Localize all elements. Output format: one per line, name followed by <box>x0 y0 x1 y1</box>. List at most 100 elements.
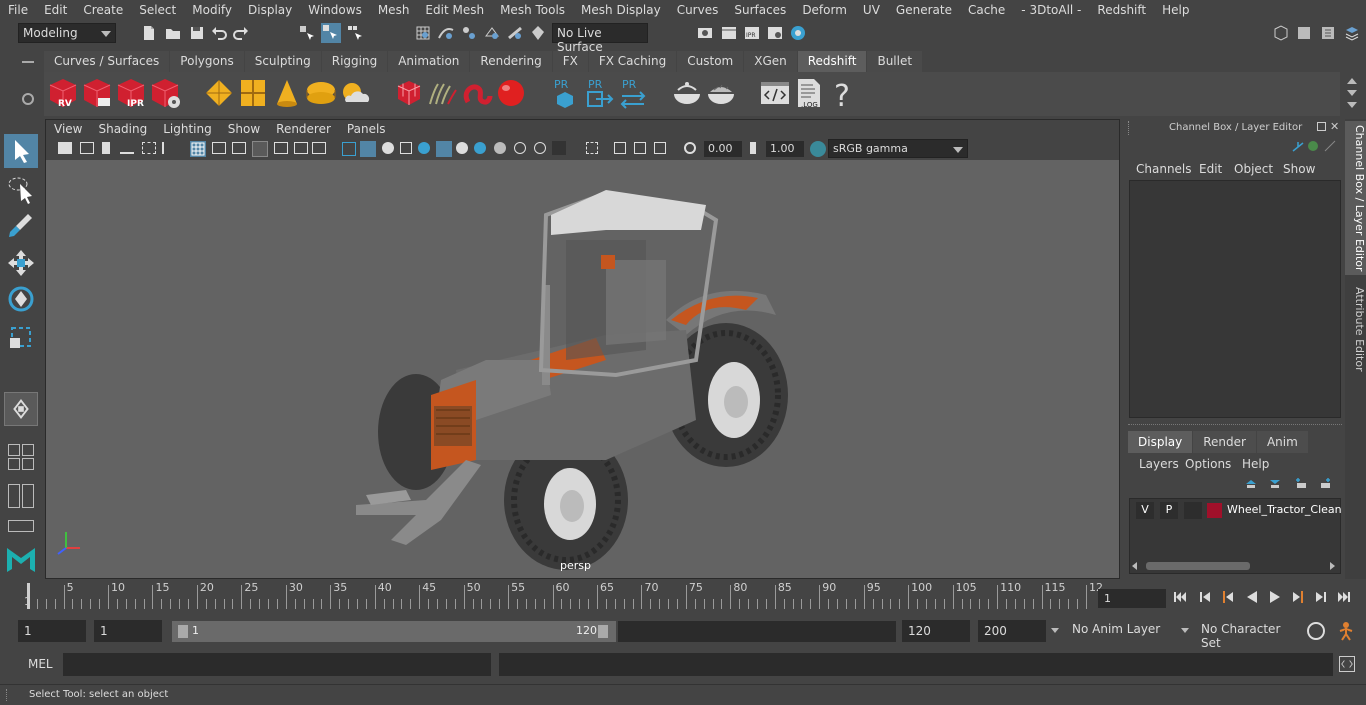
film-gate-icon[interactable] <box>212 142 226 154</box>
two-view-layout-icon[interactable] <box>22 444 34 456</box>
tab-render[interactable]: Render <box>1193 431 1256 453</box>
shelf-tab-sculpting[interactable]: Sculpting <box>244 51 321 72</box>
select-camera-icon[interactable] <box>58 142 72 154</box>
time-slider[interactable]: 1510152025303540455055606570758085909510… <box>18 581 1103 611</box>
menu-modify[interactable]: Modify <box>184 3 240 17</box>
menu-display[interactable]: Display <box>240 3 300 17</box>
scroll-down-icon[interactable] <box>1347 90 1357 96</box>
viewport-menu-panels[interactable]: Panels <box>339 122 394 136</box>
shelf-menu-arrow-icon[interactable] <box>1347 102 1357 108</box>
animation-start-field[interactable]: 1 <box>18 620 86 642</box>
step-forward-key-icon[interactable] <box>1291 589 1305 605</box>
animation-end-field[interactable]: 200 <box>978 620 1046 642</box>
redshift-ipr-icon[interactable]: IPR <box>114 76 148 110</box>
command-input[interactable] <box>63 653 491 676</box>
gate-mask-icon[interactable] <box>252 141 268 157</box>
menu-cache[interactable]: Cache <box>960 3 1013 17</box>
menu-help[interactable]: Help <box>1154 3 1197 17</box>
hyperbolic-icon[interactable] <box>1324 140 1336 152</box>
layer-playback-toggle[interactable]: P <box>1160 502 1178 519</box>
range-start-handle[interactable] <box>178 625 188 638</box>
shelf-tab-animation[interactable]: Animation <box>388 51 470 72</box>
persp-graph-layout-icon[interactable] <box>22 458 34 470</box>
wireframe-on-shaded-icon[interactable] <box>400 142 412 154</box>
redshift-physical-light-icon[interactable] <box>270 76 304 110</box>
menu-edit-mesh[interactable]: Edit Mesh <box>417 3 492 17</box>
scroll-up-icon[interactable] <box>1347 78 1357 84</box>
multisample-aa-icon[interactable] <box>514 142 526 154</box>
render-settings-icon[interactable] <box>696 24 714 42</box>
help-menu[interactable]: Help <box>1242 457 1269 471</box>
object-menu[interactable]: Object <box>1234 162 1273 176</box>
smooth-shade-icon[interactable] <box>360 141 376 157</box>
close-icon[interactable]: ✕ <box>1330 120 1339 133</box>
range-end-handle[interactable] <box>598 625 608 638</box>
shelf-menu-icon[interactable] <box>22 61 34 63</box>
render-current-frame-icon[interactable] <box>720 24 738 42</box>
go-to-end-icon[interactable] <box>1337 589 1351 605</box>
tab-anim[interactable]: Anim <box>1256 431 1308 453</box>
layer-visibility-toggle[interactable]: V <box>1136 502 1154 519</box>
speed-icon[interactable] <box>1308 141 1318 151</box>
options-menu[interactable]: Options <box>1185 457 1231 471</box>
paint-select-tool-icon[interactable] <box>4 208 38 242</box>
shelf-settings-icon[interactable] <box>22 93 34 105</box>
resolution-gate-icon[interactable] <box>232 142 246 154</box>
material-pie-icon[interactable] <box>704 76 738 110</box>
menu-surfaces[interactable]: Surfaces <box>726 3 794 17</box>
modeling-toolkit-icon[interactable] <box>1295 24 1313 42</box>
2d-pan-zoom-icon[interactable] <box>142 142 156 154</box>
shelf-tab-rendering[interactable]: Rendering <box>470 51 552 72</box>
redshift-sphere-icon[interactable] <box>494 76 528 110</box>
hypershade-layout-icon[interactable] <box>22 484 34 508</box>
shelf-tab-redshift[interactable]: Redshift <box>797 51 867 72</box>
script-editor-icon[interactable] <box>758 76 792 110</box>
snap-grid-icon[interactable] <box>414 24 432 42</box>
view-transform-dropdown[interactable]: sRGB gamma <box>828 139 968 158</box>
manipulator-icon[interactable] <box>1292 141 1304 153</box>
step-forward-frame-icon[interactable] <box>1314 589 1328 605</box>
playback-end-field[interactable]: 120 <box>902 620 970 642</box>
show-menu[interactable]: Show <box>1283 162 1315 176</box>
shadows-icon[interactable] <box>456 142 468 154</box>
menu-3dtoall[interactable]: - 3DtoAll - <box>1013 3 1089 17</box>
rotate-tool-icon[interactable] <box>4 282 38 316</box>
layer-horizontal-scrollbar[interactable] <box>1132 561 1338 571</box>
snap-point-icon[interactable] <box>460 24 478 42</box>
uv-layout-icon[interactable] <box>8 520 34 532</box>
redshift-portal-light-icon[interactable] <box>236 76 270 110</box>
make-live-icon[interactable] <box>529 24 547 42</box>
proxy-export-icon[interactable]: PR <box>548 76 582 110</box>
grease-pencil-icon[interactable] <box>162 142 176 154</box>
panel-grip[interactable] <box>1128 121 1132 135</box>
image-plane-icon[interactable] <box>120 142 134 154</box>
menu-curves[interactable]: Curves <box>669 3 727 17</box>
current-time-indicator[interactable] <box>27 583 30 609</box>
proxy-swap-icon[interactable]: PR <box>616 76 650 110</box>
scroll-left-icon[interactable] <box>1132 562 1137 570</box>
log-file-icon[interactable]: .LOG <box>792 76 826 110</box>
menu-select[interactable]: Select <box>131 3 184 17</box>
xray-icon[interactable] <box>552 141 566 155</box>
panel-splitter[interactable] <box>1128 424 1342 428</box>
edit-menu[interactable]: Edit <box>1199 162 1222 176</box>
persp-outliner-layout-icon[interactable] <box>8 458 20 470</box>
shelf-scroll[interactable] <box>1344 72 1358 116</box>
layers-menu[interactable]: Layers <box>1139 457 1179 471</box>
render-settings-window-icon[interactable] <box>766 24 784 42</box>
tab-channel-box-layer-editor[interactable]: Channel Box / Layer Editor <box>1345 121 1366 275</box>
menu-redshift[interactable]: Redshift <box>1089 3 1154 17</box>
script-editor-button-icon[interactable] <box>1339 656 1355 672</box>
four-view-layout-icon[interactable] <box>8 444 20 456</box>
depth-of-field-icon[interactable] <box>534 142 546 154</box>
shelf-tab-bullet[interactable]: Bullet <box>867 51 923 72</box>
bookmark-icon[interactable] <box>102 142 110 154</box>
select-component-icon[interactable] <box>346 24 364 42</box>
outliner-layout-icon[interactable] <box>8 484 20 508</box>
menu-set-dropdown[interactable]: Modeling <box>18 23 116 43</box>
shelf-tab-polygons[interactable]: Polygons <box>170 51 244 72</box>
select-tool-icon[interactable] <box>4 134 38 168</box>
viewport-menu-shading[interactable]: Shading <box>90 122 155 136</box>
playback-start-field[interactable]: 1 <box>94 620 162 642</box>
animation-preferences-icon[interactable] <box>1336 621 1356 641</box>
